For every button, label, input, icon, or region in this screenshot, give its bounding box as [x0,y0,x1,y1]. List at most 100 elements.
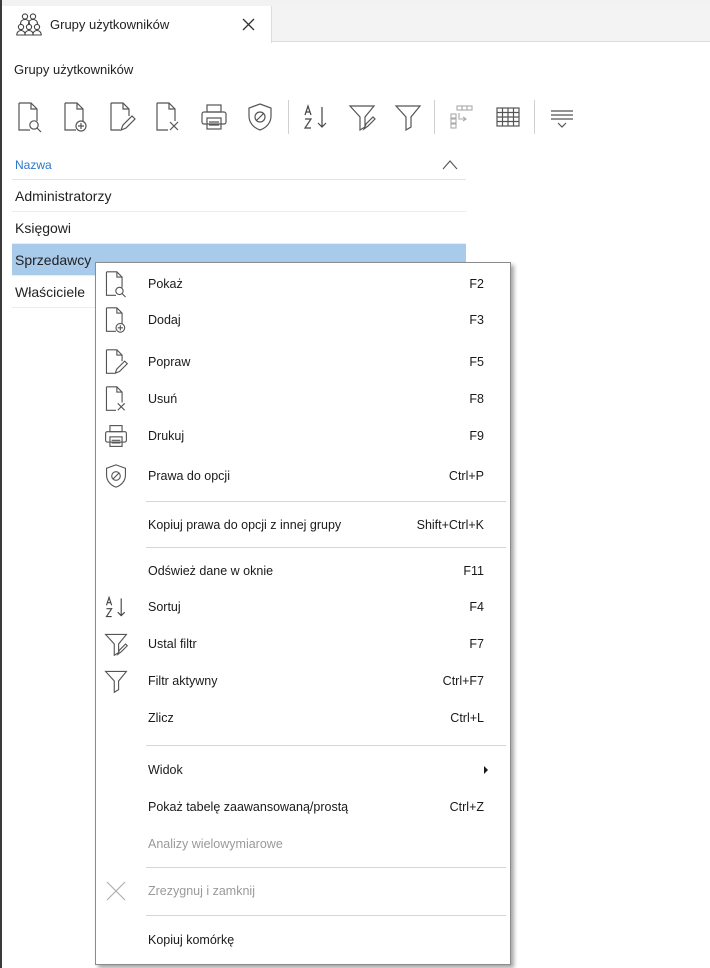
menu-item-edit[interactable]: Popraw F5 [96,345,510,379]
toolbar-separator [534,100,535,134]
menu-item-label: Zlicz [148,711,174,725]
menu-item-shortcut: F5 [469,355,484,369]
printer-icon [102,422,130,450]
document-delete-icon [102,385,130,413]
menu-separator [146,501,506,502]
tab-bar: Grupy użytkowników [2,6,710,43]
menu-item-shortcut: F8 [469,392,484,406]
menu-item-shortcut: Shift+Ctrl+K [416,518,484,532]
document-edit-icon [110,102,136,132]
document-add-icon [102,306,130,334]
column-header-name[interactable]: Nazwa [12,150,466,180]
close-icon [242,18,254,31]
add-button[interactable] [58,98,94,136]
menu-item-count[interactable]: Zlicz Ctrl+L [96,701,510,735]
menu-item-label: Sortuj [148,600,181,614]
menu-item-label: Prawa do opcji [148,469,230,483]
menu-item-set-filter[interactable]: Ustal filtr F7 [96,627,510,661]
menu-item-label: Widok [148,763,183,777]
menu-item-multidim-analysis[interactable]: Analizy wielowymiarowe [96,827,510,861]
menu-item-sort[interactable]: Sortuj F4 [96,590,510,624]
chevron-up-icon [442,159,458,169]
table-row[interactable]: Księgowi [12,212,466,244]
tab-user-groups[interactable]: Grupy użytkowników [2,6,272,43]
window-left-border [0,0,2,968]
menu-item-label: Filtr aktywny [148,674,218,688]
menu-item-label: Odśwież dane w oknie [148,564,274,578]
toolbar-separator [434,100,435,134]
menu-item-add[interactable]: Dodaj F3 [96,303,510,337]
menu-item-shortcut: Ctrl+L [450,711,484,725]
submenu-arrow-icon [484,766,488,774]
menu-item-label: Kopiuj prawa do opcji z innej grupy [148,518,342,532]
edit-button[interactable] [104,98,140,136]
menu-separator [146,547,506,548]
more-button[interactable] [544,98,580,136]
grouping-icon [450,105,473,129]
permissions-button[interactable] [242,98,278,136]
filter-icon [102,667,130,695]
grouping-button[interactable] [444,98,480,136]
shield-icon [248,103,272,131]
column-header-label: Nazwa [15,157,52,172]
menu-item-label: Dodaj [148,313,181,327]
filter-icon [394,105,422,132]
sort-az-icon [303,104,327,129]
menu-item-label: Analizy wielowymiarowe [148,837,283,851]
menu-item-shortcut: F2 [469,277,484,291]
lines-menu-icon [551,110,573,128]
close-x-icon [102,877,130,905]
toolbar-separator [288,100,289,134]
document-edit-icon [102,348,130,376]
menu-item-copy-permissions[interactable]: Kopiuj prawa do opcji z innej grupy Shif… [96,508,510,542]
document-delete-icon [156,102,179,131]
document-view-icon [102,270,130,298]
menu-item-shortcut: F11 [463,564,484,578]
tab-close-button[interactable] [239,16,257,34]
document-add-icon [64,102,87,132]
tab-title: Grupy użytkowników [50,17,170,32]
document-view-icon [18,102,42,133]
menu-item-label: Zrezygnuj i zamknij [148,884,255,898]
view-button[interactable] [12,98,48,136]
menu-item-active-filter[interactable]: Filtr aktywny Ctrl+F7 [96,664,510,698]
menu-item-label: Pokaż tabelę zaawansowaną/prostą [148,800,349,814]
menu-item-delete[interactable]: Usuń F8 [96,382,510,416]
menu-separator [146,867,506,868]
active-filter-button[interactable] [390,98,426,136]
menu-separator [146,745,506,746]
table-button[interactable] [490,98,526,136]
shield-icon [102,462,130,490]
filter-edit-icon [348,105,376,132]
menu-item-permissions[interactable]: Prawa do opcji Ctrl+P [96,459,510,493]
menu-item-label: Pokaż [148,277,183,291]
sort-az-icon [102,593,130,621]
menu-item-copy-cell[interactable]: Kopiuj komórkę [96,923,510,957]
menu-item-toggle-table[interactable]: Pokaż tabelę zaawansowaną/prostą Ctrl+Z [96,790,510,824]
table-row[interactable]: Administratorzy [12,180,466,212]
print-button[interactable] [196,98,232,136]
menu-item-shortcut: F4 [469,600,484,614]
menu-item-show[interactable]: Pokaż F2 [96,267,510,301]
table-grid-icon [496,107,520,127]
menu-item-label: Kopiuj komórkę [148,933,235,947]
page-title: Grupy użytkowników [14,62,134,77]
filter-edit-icon [102,630,130,658]
menu-item-cancel-close[interactable]: Zrezygnuj i zamknij [96,874,510,908]
menu-item-view[interactable]: Widok [96,753,510,787]
menu-item-shortcut: F9 [469,429,484,443]
menu-item-print[interactable]: Drukuj F9 [96,419,510,453]
menu-separator [146,915,506,916]
set-filter-button[interactable] [344,98,380,136]
printer-icon [201,104,227,130]
menu-item-label: Popraw [148,355,191,369]
menu-item-shortcut: Ctrl+F7 [442,674,484,688]
delete-button[interactable] [150,98,186,136]
context-menu: Pokaż F2 Dodaj F3 Popraw F5 Usuń F8 Druk… [95,262,511,965]
sort-button[interactable] [298,98,334,136]
user-group-icon [16,12,42,38]
menu-item-refresh[interactable]: Odśwież dane w oknie F11 [96,554,510,588]
menu-item-shortcut: Ctrl+Z [449,800,484,814]
menu-item-shortcut: Ctrl+P [448,469,484,483]
menu-item-label: Ustal filtr [148,637,197,651]
